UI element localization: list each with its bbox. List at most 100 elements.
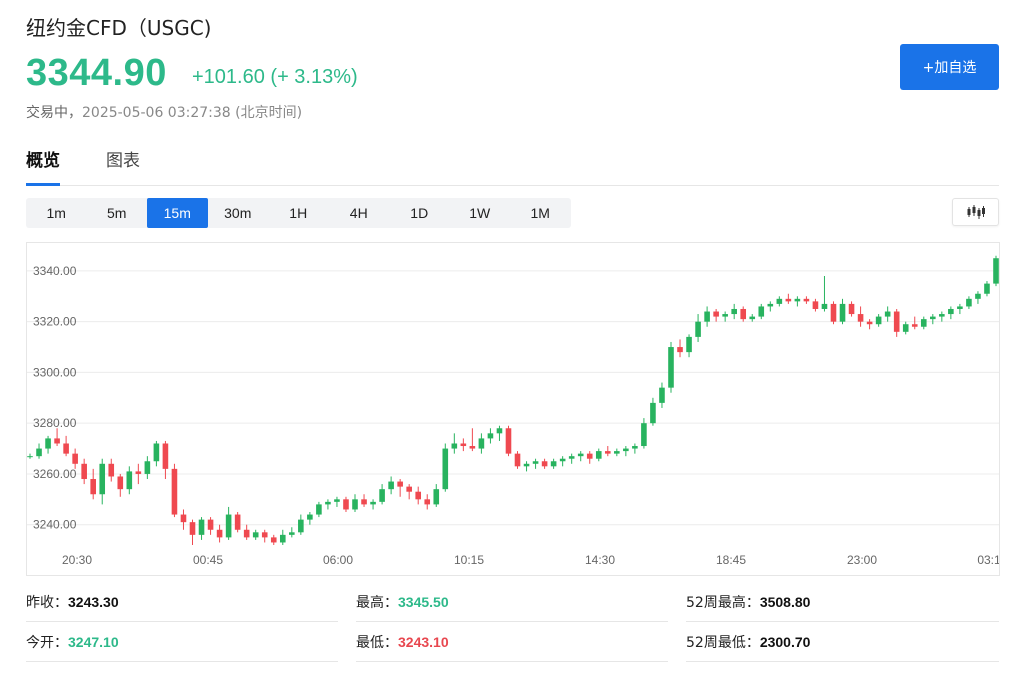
candle-body bbox=[361, 499, 367, 505]
candle-body bbox=[144, 461, 151, 474]
stat-52w-low: 52周最低： 2300.70 bbox=[686, 622, 999, 662]
candle bbox=[45, 435, 51, 454]
interval-selector: 1m 5m 15m 30m 1H 4H 1D 1W 1M bbox=[26, 198, 571, 228]
candle bbox=[261, 529, 268, 543]
candle-body bbox=[180, 514, 187, 523]
candle bbox=[550, 458, 557, 469]
candle-body bbox=[307, 514, 313, 520]
candle-body bbox=[984, 283, 990, 294]
interval-1w[interactable]: 1W bbox=[450, 198, 511, 228]
candle bbox=[135, 463, 142, 485]
candle-body bbox=[595, 451, 602, 459]
candle-body bbox=[298, 519, 304, 533]
candle-body bbox=[604, 451, 611, 454]
candle-body bbox=[776, 298, 783, 304]
candle bbox=[920, 316, 927, 330]
candle bbox=[893, 308, 900, 337]
candle bbox=[144, 456, 151, 480]
candle bbox=[993, 255, 999, 287]
candle bbox=[316, 501, 322, 518]
candle bbox=[90, 468, 96, 500]
candle bbox=[677, 339, 683, 358]
candle-body bbox=[442, 448, 449, 490]
candle bbox=[189, 519, 196, 545]
candlestick-icon bbox=[967, 205, 985, 219]
candle bbox=[668, 341, 674, 393]
candle bbox=[252, 529, 259, 540]
candle bbox=[505, 425, 512, 457]
candle-body bbox=[875, 316, 882, 325]
status-label: 交易中， bbox=[26, 105, 82, 121]
candle bbox=[126, 466, 133, 495]
candle bbox=[740, 306, 747, 322]
candle bbox=[722, 311, 728, 322]
candle bbox=[352, 494, 358, 513]
candle-body bbox=[415, 491, 422, 500]
y-tick-label: 3340.00 bbox=[33, 264, 77, 278]
y-tick-label: 3240.00 bbox=[33, 518, 77, 532]
candle bbox=[379, 484, 385, 505]
candle bbox=[803, 296, 810, 304]
candle bbox=[559, 456, 566, 467]
candle bbox=[966, 296, 972, 309]
price-chart[interactable]: 3340.00 3320.00 3300.00 3280.00 3260.00 3240.… bbox=[26, 242, 1000, 576]
candle bbox=[523, 461, 530, 472]
tab-chart[interactable]: 图表 bbox=[106, 146, 140, 183]
candle bbox=[595, 448, 602, 462]
price-change: +101.60 (+ 3.13%) bbox=[192, 66, 358, 88]
candle-body bbox=[379, 489, 385, 502]
x-tick-label: 06:00 bbox=[323, 553, 353, 567]
candle bbox=[830, 301, 837, 325]
candle bbox=[361, 494, 367, 507]
candle bbox=[614, 448, 620, 457]
candle bbox=[243, 524, 250, 540]
interval-5m[interactable]: 5m bbox=[87, 198, 148, 228]
candle-body bbox=[749, 316, 756, 320]
interval-4h[interactable]: 4H bbox=[329, 198, 390, 228]
tab-bar: 概览 图表 bbox=[26, 146, 999, 186]
candle bbox=[821, 275, 828, 312]
candle-body bbox=[36, 448, 42, 457]
interval-1d[interactable]: 1D bbox=[389, 198, 450, 228]
tab-overview[interactable]: 概览 bbox=[26, 146, 60, 186]
interval-15m[interactable]: 15m bbox=[147, 198, 208, 228]
candle-body bbox=[90, 479, 96, 495]
candle-body bbox=[252, 532, 259, 538]
candle bbox=[27, 453, 33, 459]
quote-timestamp: 2025-05-06 03:27:38 bbox=[82, 105, 231, 121]
stat-label: 昨收： bbox=[26, 594, 68, 611]
candle-body bbox=[614, 451, 620, 454]
candle-body bbox=[677, 347, 683, 353]
interval-1m[interactable]: 1m bbox=[26, 198, 87, 228]
candle bbox=[397, 479, 403, 497]
candle-body bbox=[532, 461, 539, 464]
candle bbox=[884, 306, 891, 322]
candle bbox=[307, 512, 313, 525]
candle-body bbox=[632, 446, 638, 449]
candle bbox=[686, 334, 692, 358]
x-tick-label: 23:00 bbox=[847, 553, 877, 567]
candle bbox=[153, 440, 160, 467]
candle-body bbox=[279, 534, 286, 543]
interval-30m[interactable]: 30m bbox=[208, 198, 269, 228]
candle-body bbox=[198, 519, 205, 535]
candle-body bbox=[117, 476, 124, 490]
stat-value: 2300.70 bbox=[759, 633, 811, 650]
interval-1h[interactable]: 1H bbox=[268, 198, 329, 228]
candle bbox=[586, 451, 593, 464]
add-to-watchlist-button[interactable]: +加自选 bbox=[900, 44, 999, 90]
candle-body bbox=[234, 514, 241, 530]
candle bbox=[902, 321, 909, 335]
candle bbox=[487, 428, 494, 444]
candle-body bbox=[559, 458, 566, 462]
candle bbox=[604, 446, 611, 457]
candle bbox=[659, 382, 665, 408]
candle bbox=[568, 453, 575, 464]
candle-body bbox=[27, 456, 33, 458]
chart-type-button[interactable] bbox=[952, 198, 999, 226]
interval-1mo[interactable]: 1M bbox=[510, 198, 571, 228]
candle-body bbox=[659, 387, 665, 403]
candle-body bbox=[325, 501, 331, 505]
candle bbox=[577, 451, 584, 462]
y-tick-label: 3280.00 bbox=[33, 416, 77, 430]
